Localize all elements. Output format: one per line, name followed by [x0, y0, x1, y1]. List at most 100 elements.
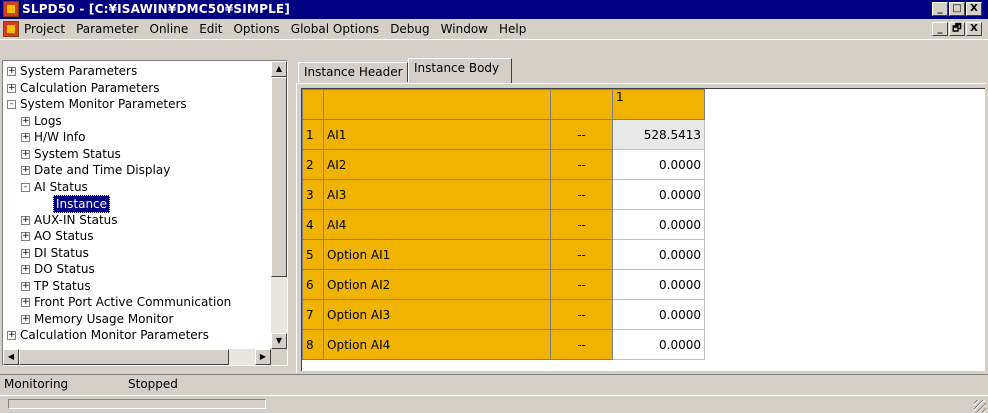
tree-node[interactable]: + DI Status	[3, 245, 271, 262]
tree-node-label[interactable]: AO Status	[34, 228, 94, 244]
tree-node-label[interactable]: DI Status	[34, 245, 89, 261]
horizontal-scroll-thumb[interactable]	[19, 349, 229, 365]
value-cell[interactable]: 0.0000	[612, 209, 705, 240]
tree-node[interactable]: + Logs	[3, 113, 271, 130]
tree-node-label[interactable]: AI Status	[34, 179, 88, 195]
tree-node[interactable]: Instance	[3, 195, 271, 213]
tree-node-label[interactable]: Memory Usage Monitor	[34, 311, 173, 327]
tab-instance-body[interactable]: Instance Body	[408, 58, 512, 83]
scroll-right-arrow-icon[interactable]: ▶	[255, 349, 271, 365]
tree-node[interactable]: + Memory Usage Monitor	[3, 311, 271, 328]
menu-parameter[interactable]: Parameter	[76, 22, 138, 36]
tree-node-label-selected[interactable]: Instance	[53, 195, 111, 213]
value-cell[interactable]: 528.5413	[612, 119, 705, 150]
scroll-down-arrow-icon[interactable]: ▼	[271, 333, 287, 349]
tree-node-label[interactable]: System Monitor Parameters	[20, 96, 187, 112]
tree-node-label[interactable]: System Parameters	[20, 63, 137, 79]
maximize-button[interactable]: □	[949, 2, 965, 16]
menu-project[interactable]: Project	[24, 22, 65, 36]
unit-cell: --	[550, 329, 613, 360]
tree-node[interactable]: + H/W Info	[3, 129, 271, 146]
expand-icon[interactable]: +	[21, 314, 30, 324]
tree-node[interactable]: - System Monitor Parameters	[3, 96, 271, 113]
tree-node-label[interactable]: Calculation Monitor Parameters	[20, 327, 209, 343]
tree-node[interactable]: - AI Status	[3, 179, 271, 196]
unit-cell: --	[550, 119, 613, 150]
tree-node[interactable]: + Date and Time Display	[3, 162, 271, 179]
expand-icon[interactable]: +	[21, 149, 30, 159]
expand-icon[interactable]: +	[21, 298, 30, 307]
value-cell[interactable]: 0.0000	[612, 329, 705, 360]
menu-options[interactable]: Options	[233, 22, 279, 36]
value-cell[interactable]: 0.0000	[612, 239, 705, 270]
tree-node[interactable]: + System Status	[3, 146, 271, 163]
menu-debug[interactable]: Debug	[390, 22, 429, 36]
table-row: 2 AI2 -- 0.0000	[302, 149, 705, 180]
tree-horizontal-scrollbar[interactable]: ◀ ▶	[3, 349, 271, 365]
vertical-scroll-thumb[interactable]	[271, 77, 287, 277]
collapse-icon[interactable]: -	[21, 182, 30, 192]
scroll-up-arrow-icon[interactable]: ▲	[271, 61, 287, 77]
tree-node-label[interactable]: System Status	[34, 146, 121, 162]
tree-node-label[interactable]: Logs	[34, 113, 62, 129]
tree-node[interactable]: + System Parameters	[3, 63, 271, 80]
table-row: 6 Option AI2 -- 0.0000	[302, 269, 705, 300]
expand-icon[interactable]: +	[21, 248, 30, 258]
tree-node-label[interactable]: AUX-IN Status	[34, 212, 118, 228]
value-cell[interactable]: 0.0000	[612, 299, 705, 330]
mdi-close-button[interactable]: X	[966, 22, 982, 36]
expand-icon[interactable]: +	[21, 265, 30, 274]
close-button[interactable]: X	[966, 2, 982, 16]
tree-node-label[interactable]: DO Status	[34, 261, 95, 277]
minimize-button[interactable]: _	[932, 2, 948, 16]
tree-node-label[interactable]: Date and Time Display	[34, 162, 170, 178]
menu-global-options[interactable]: Global Options	[291, 22, 379, 36]
tree-node-label[interactable]: TP Status	[34, 278, 91, 294]
expand-icon[interactable]: +	[7, 331, 16, 340]
parameter-tree[interactable]: + System Parameters + Calculation Parameter…	[3, 63, 271, 349]
app-icon[interactable]	[3, 1, 19, 17]
header-column-label[interactable]: 1	[612, 89, 705, 120]
table-row: 3 AI3 -- 0.0000	[302, 179, 705, 210]
menu-help[interactable]: Help	[499, 22, 526, 36]
tree-node-label[interactable]: Front Port Active Communication	[34, 294, 231, 310]
window-title: SLPD50 - [C:¥ISAWIN¥DMC50¥SIMPLE]	[22, 2, 290, 16]
tree-vertical-scrollbar[interactable]: ▲ ▼	[271, 61, 287, 349]
tree-node-label[interactable]: Calculation Parameters	[20, 80, 159, 96]
value-cell[interactable]: 0.0000	[612, 179, 705, 210]
row-number-cell: 8	[302, 329, 324, 360]
expand-icon[interactable]: +	[21, 133, 30, 142]
scroll-corner	[271, 349, 287, 365]
parameter-tree-panel: + System Parameters + Calculation Parameter…	[2, 60, 288, 366]
tree-node[interactable]: + Calculation Parameters	[3, 80, 271, 97]
tree-node-label[interactable]: H/W Info	[34, 129, 85, 145]
tree-node[interactable]: + TP Status	[3, 278, 271, 295]
resize-grip-icon[interactable]	[974, 400, 986, 412]
value-cell[interactable]: 0.0000	[612, 269, 705, 300]
expand-icon[interactable]: +	[21, 281, 30, 291]
scroll-left-arrow-icon[interactable]: ◀	[3, 349, 19, 365]
expand-icon[interactable]: +	[21, 166, 30, 175]
expand-icon[interactable]: +	[7, 67, 16, 76]
document-icon[interactable]	[3, 21, 19, 37]
unit-cell: --	[550, 149, 613, 180]
tree-node[interactable]: + AO Status	[3, 228, 271, 245]
tree-node[interactable]: + DO Status	[3, 261, 271, 278]
tree-node[interactable]: + Calculation Monitor Parameters	[3, 327, 271, 344]
tab-instance-header[interactable]: Instance Header	[298, 62, 408, 82]
value-cell[interactable]: 0.0000	[612, 149, 705, 180]
mdi-restore-button[interactable]: 🗗	[949, 22, 965, 36]
menu-edit[interactable]: Edit	[199, 22, 222, 36]
collapse-icon[interactable]: -	[7, 100, 16, 109]
menu-online[interactable]: Online	[150, 22, 189, 36]
expand-icon[interactable]: +	[7, 83, 16, 93]
expand-icon[interactable]: +	[21, 116, 30, 126]
tree-node[interactable]: + Front Port Active Communication	[3, 294, 271, 311]
menu-window[interactable]: Window	[441, 22, 488, 36]
expand-icon[interactable]: +	[21, 215, 30, 225]
mdi-minimize-button[interactable]: _	[932, 22, 948, 36]
header-row-cell	[302, 89, 324, 120]
tree-node[interactable]: + AUX-IN Status	[3, 212, 271, 229]
expand-icon[interactable]: +	[21, 232, 30, 241]
header-name-cell	[323, 89, 551, 120]
